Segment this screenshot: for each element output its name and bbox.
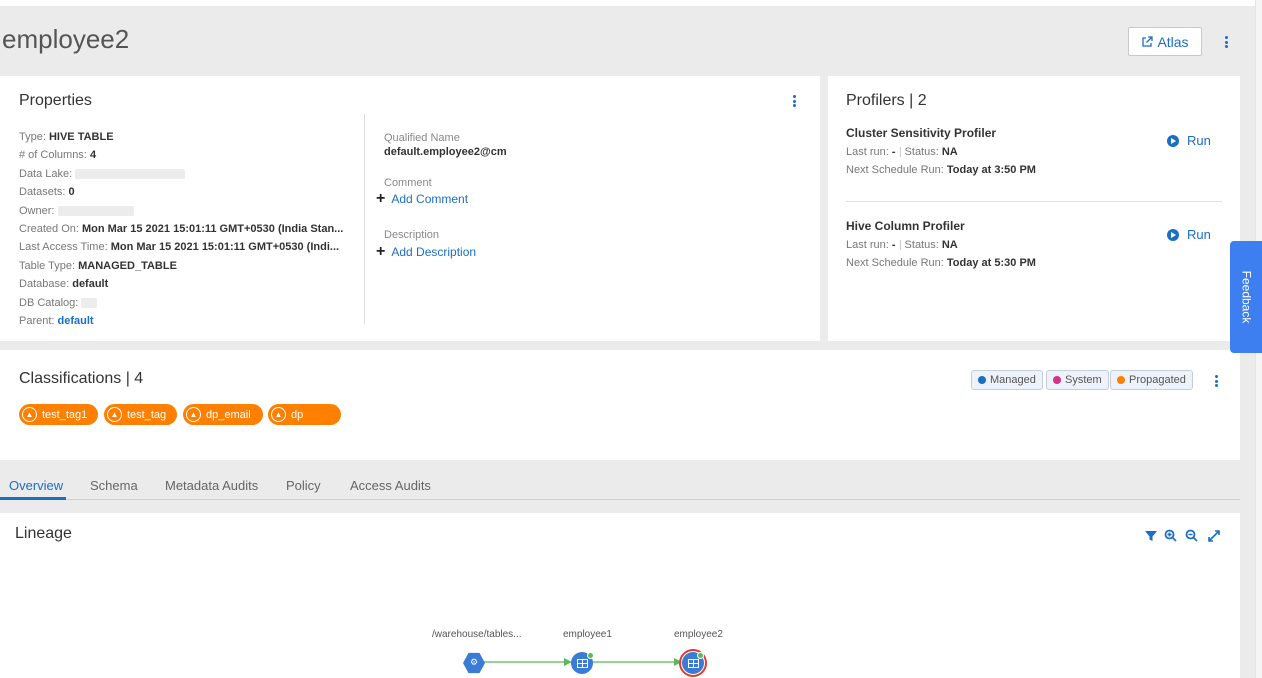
external-link-icon — [1142, 35, 1154, 47]
add-description-button[interactable]: + Add Description — [376, 243, 476, 260]
warning-triangle-icon: ▲ — [22, 407, 37, 422]
profiler-divider — [846, 201, 1222, 202]
properties-card: Properties Type: HIVE TABLE # of Columns… — [0, 76, 820, 341]
prop-columns: # of Columns: 4 — [19, 149, 97, 162]
classification-tag[interactable]: ▲ test_tag — [104, 404, 177, 425]
zoom-in-icon[interactable] — [1164, 529, 1177, 542]
expand-icon[interactable] — [1208, 530, 1220, 542]
classifications-title: Classifications | 4 — [19, 370, 144, 387]
prop-database: Database: default — [19, 278, 109, 291]
system-dot — [1053, 376, 1061, 384]
qualified-name-label: Qualified Name — [384, 132, 460, 144]
prop-created: Created On: Mon Mar 15 2021 15:01:11 GMT… — [19, 223, 344, 236]
tab-access-audits[interactable]: Access Audits — [350, 478, 431, 493]
run-button[interactable]: Run — [1167, 133, 1211, 148]
properties-title: Properties — [19, 92, 92, 109]
zoom-out-icon[interactable] — [1185, 529, 1198, 542]
status-badge — [697, 652, 704, 659]
run-button[interactable]: Run — [1167, 227, 1211, 242]
tab-policy[interactable]: Policy — [286, 478, 321, 493]
prop-parent: Parent: default — [19, 315, 94, 328]
parent-link[interactable]: default — [58, 315, 94, 327]
legend-managed[interactable]: Managed — [971, 370, 1043, 390]
managed-dot — [978, 376, 986, 384]
profiler-next-run: Next Schedule Run: Today at 3:50 PM — [846, 164, 1036, 176]
redacted-value — [81, 297, 98, 308]
warning-triangle-icon: ▲ — [186, 407, 201, 422]
prop-datasets: Datasets: 0 — [19, 186, 75, 199]
atlas-label: Atlas — [1157, 33, 1189, 50]
lineage-node-label: employee1 — [563, 629, 612, 640]
description-label: Description — [384, 229, 440, 241]
prop-last-access: Last Access Time: Mon Mar 15 2021 15:01:… — [19, 241, 340, 254]
table-icon — [576, 658, 588, 668]
hdfs-icon: ⚙ — [469, 657, 479, 667]
prop-type: Type: HIVE TABLE — [19, 131, 114, 143]
plus-icon: + — [376, 243, 386, 260]
comment-label: Comment — [384, 177, 432, 189]
page-title: employee2 — [2, 24, 130, 54]
lineage-node-label: employee2 — [674, 629, 723, 640]
play-circle-icon — [1167, 228, 1179, 241]
classification-tag[interactable]: ▲ dp_email — [183, 404, 263, 425]
table-icon — [687, 658, 699, 668]
lineage-node-label: /warehouse/tables... — [432, 629, 522, 640]
legend-propagated[interactable]: Propagated — [1110, 370, 1193, 390]
add-comment-button[interactable]: + Add Comment — [376, 190, 468, 207]
prop-datalake: Data Lake: — [19, 165, 343, 183]
plus-icon: + — [376, 190, 386, 207]
tab-overview[interactable]: Overview — [9, 478, 63, 493]
prop-owner: Owner: — [19, 202, 343, 220]
warning-triangle-icon: ▲ — [107, 407, 122, 422]
redacted-value — [57, 205, 134, 216]
play-circle-icon — [1167, 134, 1179, 147]
active-tab-indicator — [0, 497, 66, 500]
classification-tag[interactable]: ▲ test_tag1 — [19, 404, 98, 425]
properties-kebab-menu-icon[interactable] — [789, 93, 799, 109]
atlas-button[interactable]: Atlas — [1128, 27, 1202, 56]
status-badge — [587, 652, 594, 659]
header-kebab-menu-icon[interactable] — [1221, 34, 1231, 50]
tab-schema[interactable]: Schema — [90, 478, 138, 493]
profilers-title: Profilers | 2 — [846, 92, 927, 109]
feedback-button[interactable]: Feedback — [1230, 241, 1262, 353]
prop-table-type: Table Type: MANAGED_TABLE — [19, 259, 177, 272]
classifications-card: Classifications | 4 — [0, 350, 1240, 460]
redacted-value — [75, 168, 186, 179]
profiler-next-run: Next Schedule Run: Today at 5:30 PM — [846, 257, 1036, 269]
warning-triangle-icon: ▲ — [271, 407, 286, 422]
properties-divider — [364, 114, 365, 324]
filter-icon[interactable] — [1145, 530, 1157, 542]
profilers-card: Profilers | 2 Cluster Sensitivity Profil… — [828, 76, 1240, 341]
legend-system[interactable]: System — [1046, 370, 1109, 390]
tab-metadata-audits[interactable]: Metadata Audits — [165, 478, 258, 493]
properties-list: Type: HIVE TABLE # of Columns: 4 Data La… — [19, 128, 343, 330]
propagated-dot — [1117, 376, 1125, 384]
qualified-name-value: default.employee2@cm — [384, 146, 507, 158]
prop-db-catalog: DB Catalog: — [19, 294, 343, 312]
classifications-kebab-menu-icon[interactable] — [1211, 373, 1221, 389]
detail-tabs: Overview Schema Metadata Audits Policy A… — [0, 470, 1240, 500]
classification-tag[interactable]: ▲ dp — [268, 404, 341, 425]
top-strip — [0, 0, 1262, 6]
lineage-title: Lineage — [15, 525, 72, 542]
lineage-card: Lineage /warehouse/tables... employee1 e… — [0, 513, 1240, 678]
